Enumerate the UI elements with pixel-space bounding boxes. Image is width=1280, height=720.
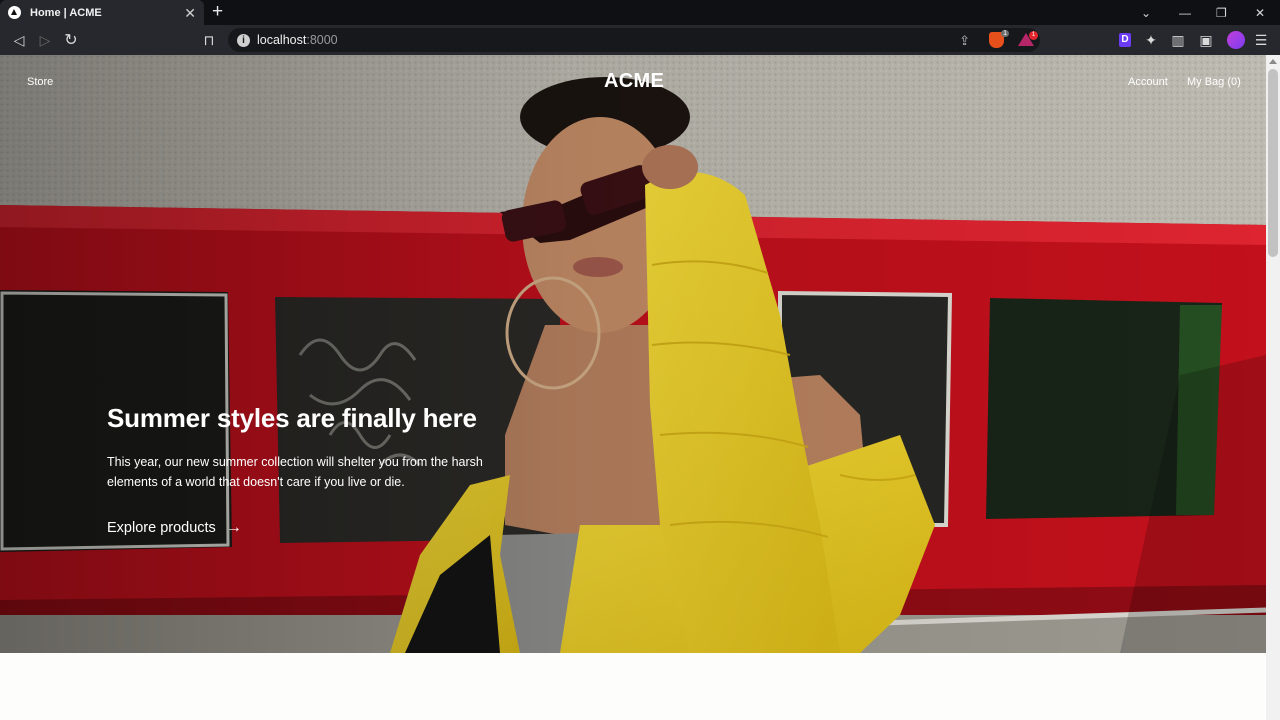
bookmark-icon[interactable]: ⊓ bbox=[200, 25, 218, 55]
hero-title: Summer styles are finally here bbox=[107, 403, 477, 433]
scroll-up-arrow-icon[interactable] bbox=[1269, 59, 1277, 64]
hero-background-photo bbox=[0, 55, 1266, 653]
browser-tab-strip: Home | ACME ✕ + ⌄ — ❐ ✕ bbox=[0, 0, 1280, 25]
close-window-button[interactable]: ✕ bbox=[1255, 0, 1265, 25]
maximize-button[interactable]: ❐ bbox=[1216, 0, 1227, 25]
explore-products-link[interactable]: Explore products → bbox=[107, 519, 242, 537]
new-tab-button[interactable]: + bbox=[212, 2, 223, 22]
brave-rewards-icon[interactable]: 1 bbox=[1018, 31, 1038, 46]
brave-shields-icon[interactable]: 1 bbox=[989, 30, 1009, 48]
address-bar[interactable]: i localhost :8000 ⇪ 1 1 bbox=[228, 28, 1040, 52]
shields-count-badge: 1 bbox=[1001, 30, 1009, 37]
share-icon[interactable]: ⇪ bbox=[959, 33, 970, 49]
arrow-right-icon: → bbox=[225, 519, 242, 536]
nav-bag-link[interactable]: My Bag (0) bbox=[1187, 76, 1241, 88]
wallet-icon[interactable]: ▣ bbox=[1198, 25, 1214, 55]
site-favicon-icon bbox=[8, 6, 21, 19]
extension-d-label: D bbox=[1119, 33, 1131, 47]
profile-avatar-icon[interactable] bbox=[1226, 25, 1246, 55]
forward-icon[interactable]: ▷ bbox=[36, 25, 54, 55]
scrollbar-thumb[interactable] bbox=[1268, 69, 1278, 257]
nav-store-link[interactable]: Store bbox=[27, 76, 53, 88]
tab-close-icon[interactable]: ✕ bbox=[184, 6, 196, 20]
back-icon[interactable]: ◁ bbox=[10, 25, 28, 55]
extensions-puzzle-icon[interactable]: ✦ bbox=[1143, 25, 1159, 55]
url-port: :8000 bbox=[306, 33, 338, 47]
hero-description: This year, our new summer collection wil… bbox=[107, 455, 483, 489]
site-info-icon[interactable]: i bbox=[237, 33, 250, 47]
url-host: localhost bbox=[257, 33, 307, 47]
tab-title: Home | ACME bbox=[30, 6, 102, 19]
browser-toolbar: ◁ ▷ ↻ ⊓ i localhost :8000 ⇪ 1 1 D ✦ ▥ ▣ … bbox=[0, 25, 1280, 55]
explore-products-label: Explore products bbox=[107, 520, 216, 536]
extension-d-icon[interactable]: D bbox=[1117, 25, 1133, 55]
browser-tab-home[interactable]: Home | ACME ✕ bbox=[0, 0, 204, 25]
rewards-badge: 1 bbox=[1029, 31, 1038, 40]
nav-account-link[interactable]: Account bbox=[1128, 76, 1168, 88]
page-scrollbar[interactable] bbox=[1266, 55, 1280, 720]
reload-icon[interactable]: ↻ bbox=[62, 25, 80, 55]
site-logo[interactable]: ACME bbox=[604, 70, 664, 93]
tab-search-chevron-icon[interactable]: ⌄ bbox=[1141, 0, 1151, 25]
browser-menu-icon[interactable]: ☰ bbox=[1253, 25, 1269, 55]
page-viewport: Store ACME Account My Bag (0) Summer sty… bbox=[0, 55, 1280, 720]
minimize-button[interactable]: — bbox=[1179, 0, 1191, 25]
sidebar-icon[interactable]: ▥ bbox=[1170, 25, 1186, 55]
hero-section: Store ACME Account My Bag (0) Summer sty… bbox=[0, 55, 1266, 653]
